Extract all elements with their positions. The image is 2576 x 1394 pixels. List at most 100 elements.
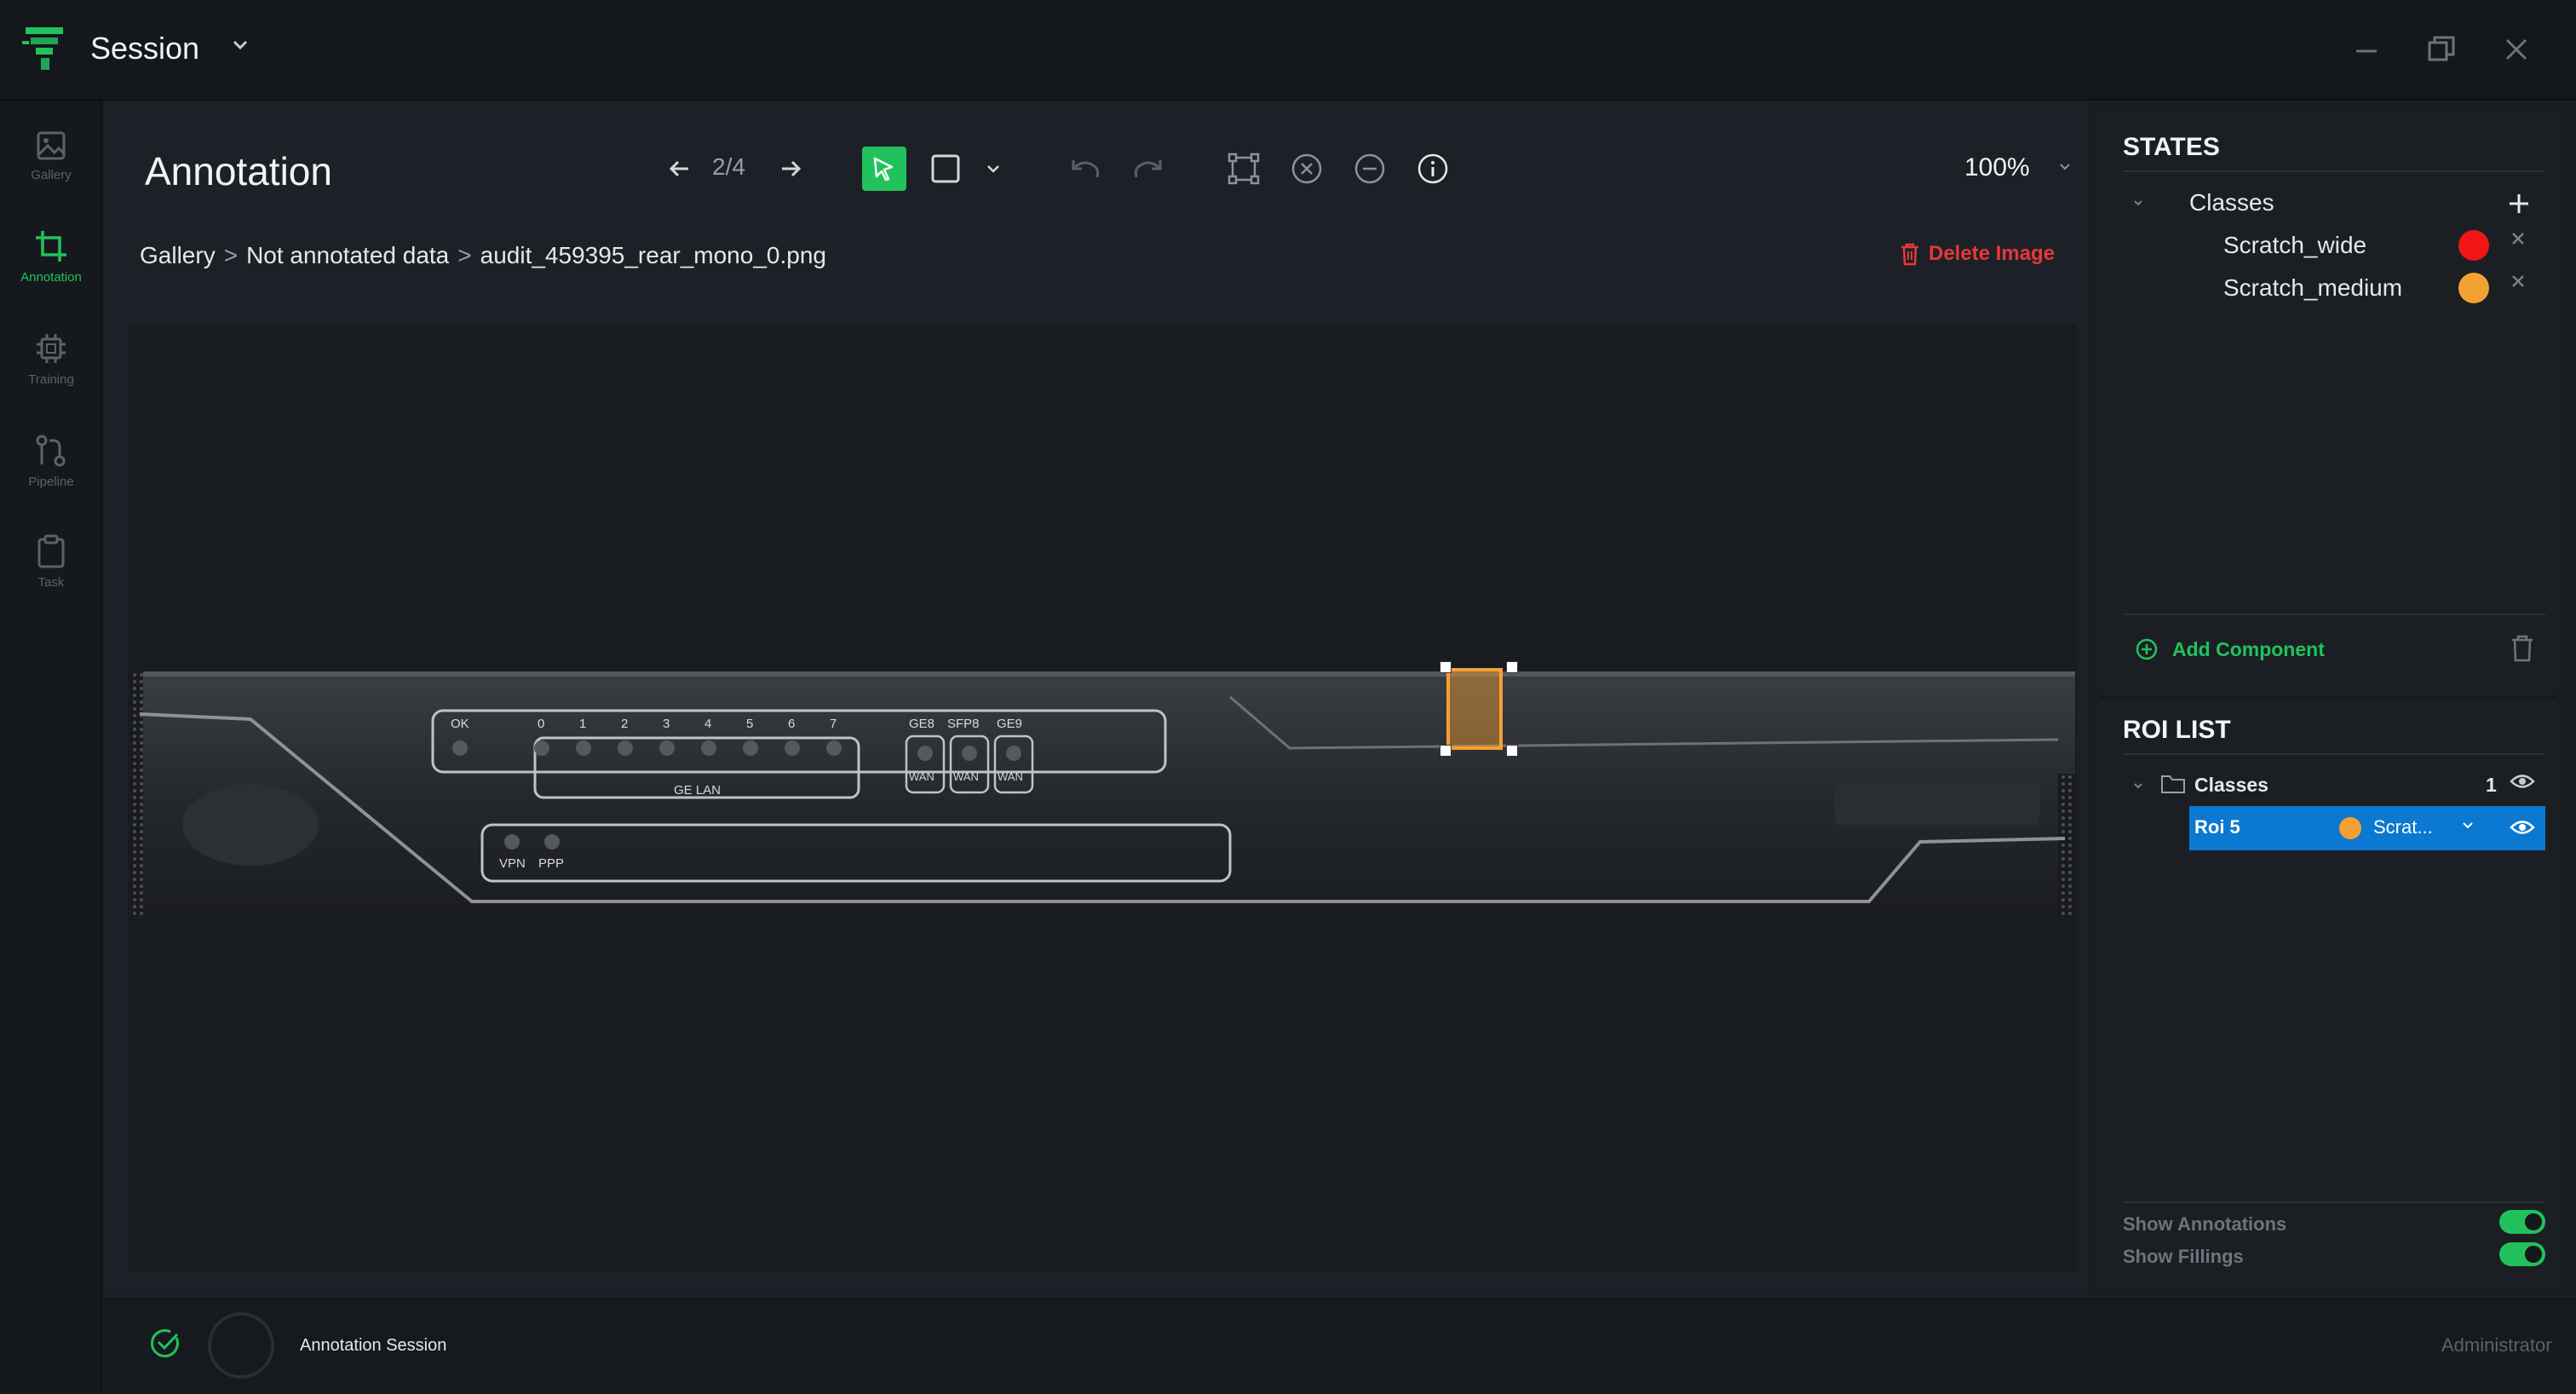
pipeline-icon (36, 435, 66, 466)
nav-item-annotation[interactable]: Annotation (0, 210, 102, 303)
info-icon[interactable] (1411, 147, 1455, 191)
show-fillings-label: Show Fillings (2123, 1246, 2244, 1267)
nav-item-task[interactable]: Task (0, 515, 102, 608)
show-fillings-toggle[interactable] (2499, 1242, 2545, 1266)
current-user[interactable]: Administrator (2441, 1334, 2552, 1357)
led-label-port: 3 (663, 717, 670, 731)
clear-circle-x-icon[interactable] (1285, 147, 1329, 191)
undo-icon[interactable] (1063, 147, 1107, 191)
status-label: Annotation Session (300, 1336, 447, 1355)
page-indicator: 2/4 (712, 153, 745, 180)
trash-icon[interactable] (2510, 634, 2535, 663)
resize-handle[interactable] (1440, 661, 1452, 673)
led-label-port: 1 (579, 717, 586, 731)
resize-handle[interactable] (1506, 745, 1518, 757)
delete-image-button[interactable]: Delete Image (1900, 242, 2055, 266)
cursor-icon (873, 157, 894, 181)
next-image-arrow-icon[interactable] (768, 147, 813, 191)
led-label-port: 2 (621, 717, 628, 731)
title-bar (0, 0, 2576, 101)
breadcrumb-separator: > (223, 242, 239, 268)
rectangle-tool[interactable] (923, 147, 968, 191)
class-color-swatch[interactable] (2458, 230, 2489, 261)
trash-icon (1901, 243, 1918, 266)
remove-class-x-icon[interactable] (2510, 273, 2527, 290)
nav-label: Annotation (20, 269, 82, 285)
crop-icon (36, 230, 66, 262)
nav-item-training[interactable]: Training (0, 312, 102, 406)
class-name[interactable]: Scratch_wide (2223, 232, 2366, 259)
roi-list-item-selected[interactable] (2189, 806, 2545, 850)
divider (2123, 613, 2545, 615)
divider (2123, 753, 2545, 755)
annotation-canvas[interactable]: OK 0 1 2 3 4 5 6 7 GE LAN GE8 SFP8 GE9 W… (128, 324, 2077, 1271)
app-logo-icon (22, 24, 66, 73)
led-label-port: 5 (746, 717, 753, 731)
nav-item-pipeline[interactable]: Pipeline (0, 414, 102, 508)
led-label-ge-lan: GE LAN (674, 783, 721, 798)
page-title: Annotation (145, 149, 332, 193)
zoom-chevron-down-icon[interactable] (2058, 162, 2072, 172)
zoom-level[interactable]: 100% (1964, 153, 2030, 182)
plus-circle-icon (2136, 638, 2158, 660)
image-icon (37, 131, 66, 159)
breadcrumb-item-folder[interactable]: Not annotated data (246, 242, 449, 269)
remove-class-x-icon[interactable] (2510, 230, 2527, 247)
show-annotations-label: Show Annotations (2123, 1213, 2287, 1235)
led-label-wan: WAN (953, 770, 979, 783)
roi-bounding-box[interactable] (1446, 668, 1503, 750)
chevron-down-icon[interactable] (2462, 821, 2474, 830)
divider (2123, 170, 2545, 172)
status-bar (104, 1299, 2576, 1394)
resize-handle[interactable] (1440, 745, 1452, 757)
class-name[interactable]: Scratch_medium (2223, 274, 2402, 302)
collapse-chevron-icon[interactable] (2131, 196, 2145, 210)
add-component-label: Add Component (2172, 637, 2325, 660)
led-label-wan: WAN (998, 770, 1023, 783)
session-title[interactable]: Session (90, 31, 199, 66)
minimize-icon[interactable] (2346, 29, 2387, 70)
led-label-port: 6 (788, 717, 795, 731)
chevron-down-icon[interactable] (232, 39, 249, 51)
check-circle-icon (148, 1326, 182, 1360)
bounding-box-icon[interactable] (1222, 147, 1266, 191)
eye-icon[interactable] (2510, 818, 2535, 837)
led-label-wan-port: SFP8 (947, 717, 980, 731)
shape-dropdown-chevron-icon[interactable] (978, 147, 1009, 191)
section-gap (2101, 695, 2556, 699)
progress-ring (208, 1312, 274, 1379)
breadcrumb-item-gallery[interactable]: Gallery (140, 242, 216, 269)
led-label-ok: OK (451, 717, 469, 731)
roi-class-select[interactable]: Scrat... (2373, 816, 2433, 838)
nav-item-gallery[interactable]: Gallery (0, 109, 102, 203)
roi-class-color-dot (2339, 817, 2361, 839)
close-icon[interactable] (2496, 29, 2537, 70)
zoom-out-minus-icon[interactable] (1348, 147, 1392, 191)
states-group-label: Classes (2189, 189, 2274, 216)
select-pointer-tool[interactable] (862, 147, 906, 191)
prev-image-arrow-icon[interactable] (658, 147, 702, 191)
chip-icon (37, 333, 66, 363)
led-label-wan-port: GE9 (997, 717, 1022, 731)
breadcrumb-item-file: audit_459395_rear_mono_0.png (480, 242, 826, 268)
led-label-port: 4 (704, 717, 711, 731)
breadcrumb-separator: > (457, 242, 472, 268)
restore-icon[interactable] (2421, 29, 2462, 70)
roi-group-label: Classes (2194, 774, 2268, 796)
class-color-swatch[interactable] (2458, 273, 2489, 303)
resize-handle[interactable] (1506, 661, 1518, 673)
add-component-button[interactable]: Add Component (2135, 637, 2325, 661)
led-label-ppp: PPP (538, 856, 564, 871)
breadcrumb: Gallery > Not annotated data > audit_459… (140, 242, 826, 269)
collapse-chevron-icon[interactable] (2131, 779, 2145, 792)
eye-icon[interactable] (2510, 772, 2535, 791)
delete-image-label: Delete Image (1929, 242, 2056, 265)
redo-icon[interactable] (1126, 147, 1170, 191)
add-class-plus-icon[interactable] (2506, 191, 2532, 216)
led-label-port: 7 (830, 717, 837, 731)
led-label-wan-port: GE8 (909, 717, 934, 731)
roi-name: Roi 5 (2194, 816, 2240, 838)
nav-label: Training (28, 372, 74, 387)
show-annotations-toggle[interactable] (2499, 1210, 2545, 1234)
states-title: STATES (2123, 133, 2220, 161)
